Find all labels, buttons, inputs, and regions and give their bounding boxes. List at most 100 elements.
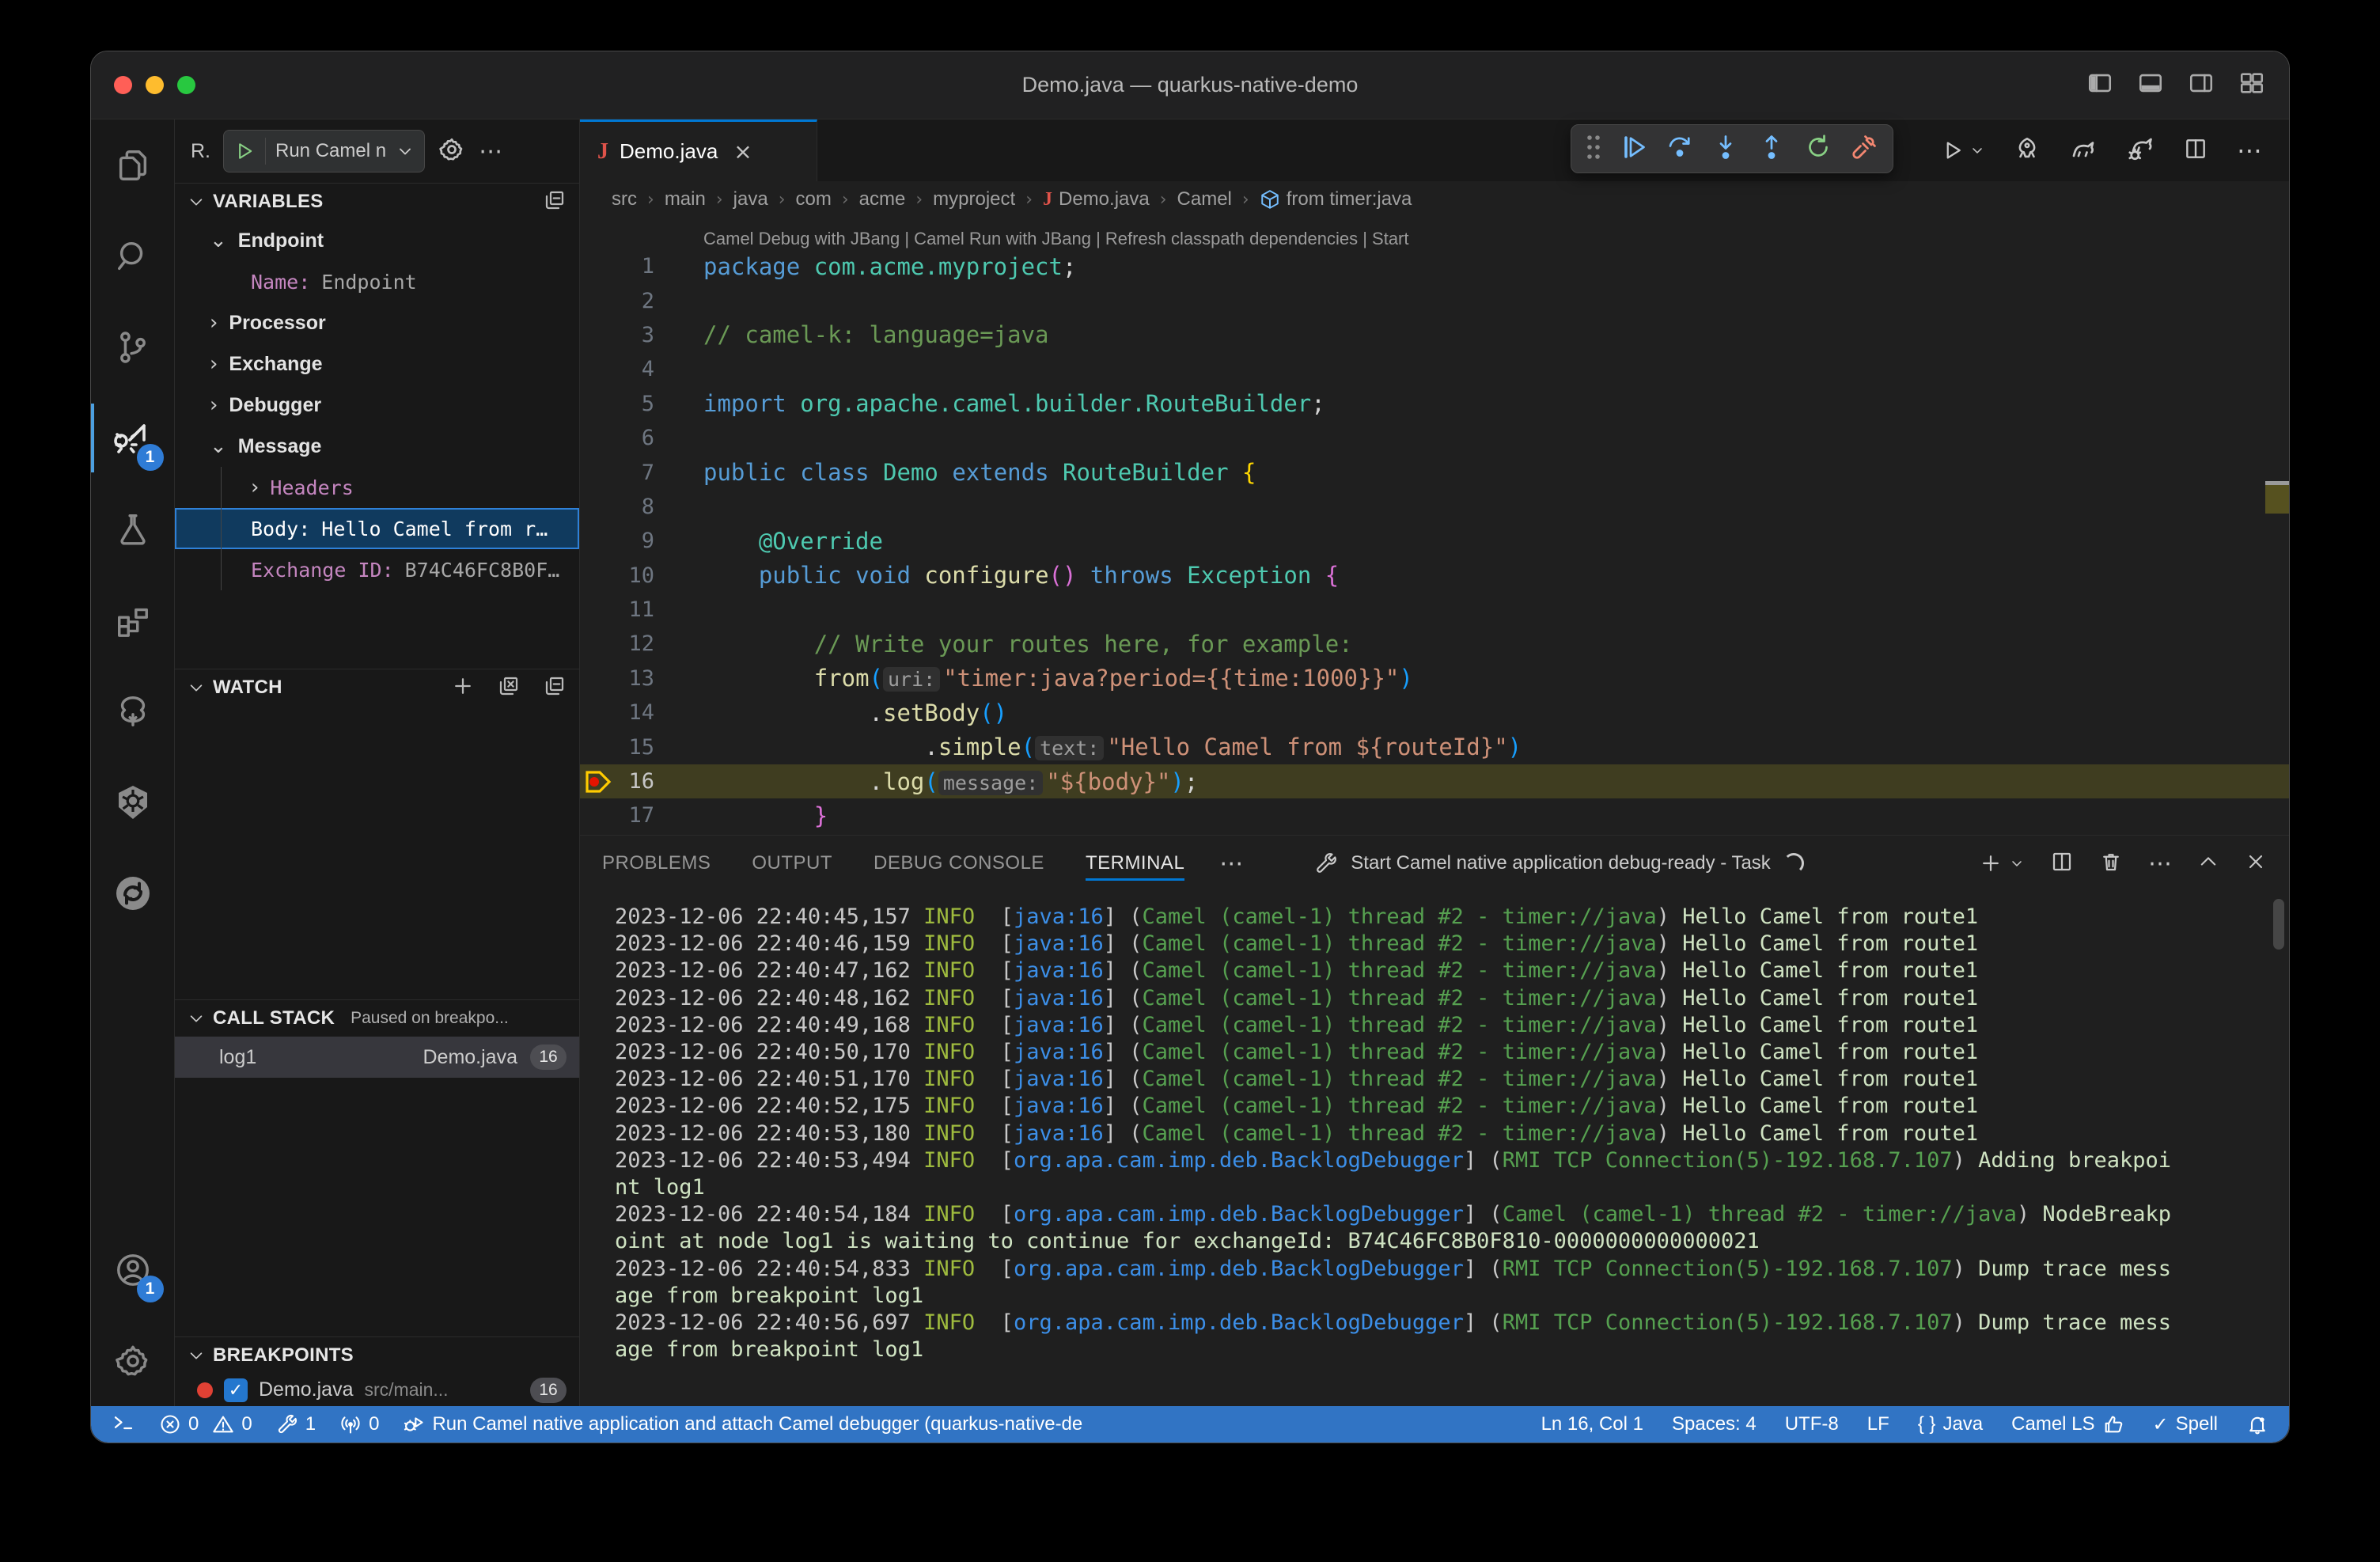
code-line[interactable]: 13 from(uri:"timer:java?period={{time:10…	[580, 662, 2289, 696]
split-terminal-icon[interactable]	[2050, 850, 2074, 878]
add-expression-icon[interactable]	[451, 674, 475, 702]
tab-demo-java[interactable]: J Demo.java ×	[580, 119, 817, 181]
variables-tree-item[interactable]: ›Processor	[175, 302, 579, 343]
line-number[interactable]: 11	[580, 597, 703, 622]
variables-tree-item[interactable]: ⌄Endpoint	[175, 220, 579, 261]
line-number[interactable]: 15	[580, 735, 703, 760]
breadcrumb-item[interactable]: JDemo.java	[1043, 188, 1150, 210]
camel-debug-icon[interactable]	[2126, 135, 2155, 167]
variables-tree-item[interactable]: Body:Hello Camel from r…	[175, 508, 579, 549]
settings-gear-icon[interactable]	[91, 1315, 175, 1406]
tasks-status[interactable]: 1	[276, 1413, 316, 1435]
line-number[interactable]: 1	[580, 254, 703, 279]
eol-setting[interactable]: LF	[1867, 1413, 1889, 1435]
continue-icon[interactable]	[1619, 133, 1647, 165]
breadcrumb[interactable]: src›main›java›com›acme›myproject›JDemo.j…	[580, 181, 2289, 218]
search-icon[interactable]	[91, 210, 175, 301]
step-into-icon[interactable]	[1711, 133, 1740, 165]
debug-gear-icon[interactable]	[438, 135, 466, 168]
line-number[interactable]: 3	[580, 323, 703, 347]
line-number[interactable]: 8	[580, 495, 703, 519]
line-number[interactable]: 6	[580, 426, 703, 450]
code-line[interactable]: 15 .simple(text:"Hello Camel from ${rout…	[580, 730, 2289, 764]
panel-tab-problems[interactable]: PROBLEMS	[602, 841, 711, 885]
new-terminal-icon[interactable]	[1979, 851, 2025, 875]
code-line[interactable]: 14 .setBody()	[580, 696, 2289, 730]
remove-all-expressions-icon[interactable]	[497, 674, 521, 702]
breadcrumb-item[interactable]: acme	[859, 188, 906, 210]
panel-tab-terminal[interactable]: TERMINAL	[1086, 841, 1184, 885]
code-line[interactable]: 16 .log(message:"${body}");	[580, 764, 2289, 798]
code-line[interactable]: 12 // Write your routes here, for exampl…	[580, 627, 2289, 661]
step-out-icon[interactable]	[1757, 133, 1786, 165]
panel-more-actions-icon[interactable]: ⋯	[2148, 850, 2172, 878]
spell-checker-status[interactable]: ✓ Spell	[2153, 1413, 2218, 1435]
code-line[interactable]: 10 public void configure() throws Except…	[580, 559, 2289, 593]
cursor-position[interactable]: Ln 16, Col 1	[1541, 1413, 1643, 1435]
remote-indicator[interactable]	[112, 1412, 135, 1436]
variables-tree-item[interactable]: ›Exchange	[175, 343, 579, 385]
openshift-sync-icon[interactable]	[91, 847, 175, 938]
variables-header[interactable]: VARIABLES	[175, 184, 579, 220]
panel-tab-debug-console[interactable]: DEBUG CONSOLE	[874, 841, 1044, 885]
explorer-icon[interactable]	[91, 119, 175, 210]
ports-status[interactable]: 0	[339, 1413, 379, 1435]
quarkus-rocket-icon[interactable]	[2014, 135, 2041, 166]
code-line[interactable]: 6	[580, 421, 2289, 455]
code-line[interactable]: 4	[580, 352, 2289, 386]
panel-tab-output[interactable]: OUTPUT	[752, 841, 832, 885]
camel-run-icon[interactable]	[2069, 135, 2098, 167]
notifications-bell-icon[interactable]	[2246, 1413, 2268, 1435]
terminal-output[interactable]: 2023-12-06 22:40:45,157 INFO [java:16] (…	[580, 891, 2289, 1406]
code-line[interactable]: 5import org.apache.camel.builder.RouteBu…	[580, 387, 2289, 421]
editor-more-actions-icon[interactable]: ⋯	[2237, 135, 2262, 165]
customize-layout-icon[interactable]	[2238, 70, 2265, 100]
restart-icon[interactable]	[1804, 133, 1832, 165]
indentation-setting[interactable]: Spaces: 4	[1672, 1413, 1757, 1435]
stack-frame-row[interactable]: log1 Demo.java 16	[175, 1037, 579, 1078]
code-line[interactable]: 1package com.acme.myproject;	[580, 249, 2289, 283]
breadcrumb-item[interactable]: src	[612, 188, 637, 210]
collapse-all-icon[interactable]	[543, 188, 567, 216]
disconnect-icon[interactable]	[1850, 133, 1878, 165]
code-line[interactable]: 17 }	[580, 798, 2289, 832]
watch-header[interactable]: WATCH	[175, 669, 579, 706]
step-over-icon[interactable]	[1666, 133, 1694, 165]
run-java-icon[interactable]	[1941, 138, 1985, 162]
breakpoint-checkbox[interactable]: ✓	[224, 1378, 248, 1402]
breadcrumb-item[interactable]: java	[733, 188, 768, 210]
collapse-all-icon[interactable]	[543, 674, 567, 702]
breadcrumb-item[interactable]: com	[796, 188, 832, 210]
kill-terminal-icon[interactable]	[2099, 850, 2123, 878]
code-line[interactable]: 3// camel-k: language=java	[580, 318, 2289, 352]
debug-session-status[interactable]: Run Camel native application and attach …	[403, 1413, 1082, 1435]
variables-tree-item[interactable]: Name:Endpoint	[175, 261, 579, 302]
breakpoint-row[interactable]: ✓ Demo.java src/main... 16	[175, 1374, 579, 1406]
breadcrumb-item[interactable]: myproject	[933, 188, 1015, 210]
toggle-panel-icon[interactable]	[2137, 70, 2164, 100]
variables-tree-item[interactable]: ⌄Message	[175, 426, 579, 467]
codelens-actions[interactable]: Camel Debug with JBang | Camel Run with …	[580, 218, 2289, 249]
running-task[interactable]: Start Camel native application debug-rea…	[1314, 851, 1804, 875]
line-number[interactable]: 12	[580, 631, 703, 656]
terminal-scrollbar[interactable]	[2273, 899, 2284, 950]
paused-breakpoint-icon[interactable]	[585, 769, 612, 800]
panel-more-tabs-icon[interactable]: ⋯	[1219, 850, 1243, 878]
line-number[interactable]: 17	[580, 803, 703, 828]
breadcrumb-item[interactable]: from timer:java	[1260, 188, 1412, 210]
toggle-sidebar-icon[interactable]	[2086, 70, 2113, 100]
line-number[interactable]: 7	[580, 461, 703, 485]
toolbar-drag-handle[interactable]	[1586, 134, 1601, 165]
line-number[interactable]: 10	[580, 563, 703, 588]
breadcrumb-item[interactable]: main	[665, 188, 706, 210]
sidebar-more-actions-icon[interactable]: ⋯	[479, 138, 502, 165]
run-configuration-dropdown[interactable]: Run Camel n	[223, 130, 425, 173]
line-number[interactable]: 9	[580, 529, 703, 553]
code-line[interactable]: 7public class Demo extends RouteBuilder …	[580, 455, 2289, 489]
line-number[interactable]: 2	[580, 289, 703, 313]
code-editor[interactable]: Camel Debug with JBang | Camel Run with …	[580, 218, 2289, 835]
line-number[interactable]: 5	[580, 392, 703, 416]
source-control-icon[interactable]	[91, 301, 175, 392]
line-number[interactable]: 13	[580, 666, 703, 691]
code-line[interactable]: 9 @Override	[580, 524, 2289, 558]
